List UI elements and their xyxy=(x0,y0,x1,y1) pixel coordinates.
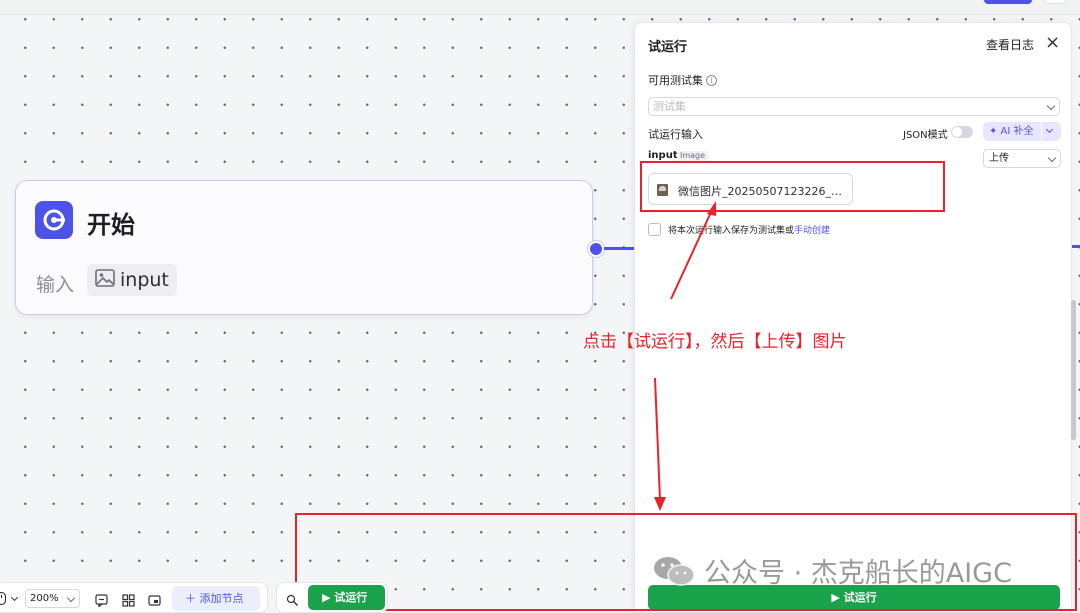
start-node[interactable]: 开始 输入 input xyxy=(15,180,593,315)
close-icon[interactable]: × xyxy=(1045,32,1060,53)
start-node-icon xyxy=(35,201,73,239)
image-icon xyxy=(95,269,115,291)
layout-grid-icon[interactable] xyxy=(122,592,135,607)
ai-complete-button[interactable]: ✦ AI 补全 xyxy=(983,122,1061,141)
watermark: 公众号 · 杰克船长的AIGC xyxy=(652,551,1012,590)
minimap-icon[interactable] xyxy=(148,592,161,606)
top-secondary-button[interactable] xyxy=(1044,0,1066,4)
upload-mode-value: 上传 xyxy=(989,153,1009,164)
start-node-input-chip: input xyxy=(87,264,177,296)
chevron-down-icon xyxy=(1046,101,1056,111)
view-log-button[interactable]: 查看日志 xyxy=(986,36,1034,53)
input-field-name: input xyxy=(648,150,678,161)
save-testset-label: 将本次运行输入保存为测试集或 xyxy=(668,226,795,236)
chevron-down-icon[interactable] xyxy=(10,593,19,602)
start-node-input-label: 输入 xyxy=(36,274,75,296)
input-type-tag: Image xyxy=(677,151,709,161)
debug-icon[interactable] xyxy=(286,592,299,606)
save-testset-text: 将本次运行输入保存为测试集或手动创建 xyxy=(668,223,830,236)
wechat-icon xyxy=(654,556,695,586)
zoom-value: 200% xyxy=(30,593,59,604)
toolbar-run-button[interactable]: ▶ 试运行 xyxy=(308,585,385,610)
start-node-title: 开始 xyxy=(87,211,135,239)
zoom-select[interactable]: 200% xyxy=(25,589,80,608)
top-bar xyxy=(0,0,1080,15)
json-mode-label: JSON模式 xyxy=(903,130,948,141)
ai-button-divider xyxy=(1041,122,1042,141)
chevron-down-icon[interactable] xyxy=(1045,125,1054,134)
mouse-mode-icon[interactable] xyxy=(0,592,6,605)
start-node-output-port[interactable] xyxy=(588,241,604,257)
info-icon: i xyxy=(706,75,717,86)
chevron-down-icon xyxy=(66,593,76,603)
upload-mode-select[interactable]: 上传 xyxy=(983,149,1061,168)
save-testset-checkbox[interactable] xyxy=(648,223,661,236)
manual-create-link[interactable]: 手动创建 xyxy=(794,226,830,236)
run-input-label: 试运行输入 xyxy=(648,128,703,141)
test-set-select[interactable]: 测试集 xyxy=(648,97,1060,116)
json-mode-toggle[interactable] xyxy=(951,126,973,138)
chevron-down-icon xyxy=(1047,153,1057,163)
comment-icon[interactable] xyxy=(95,592,108,608)
annotation-box-upload xyxy=(640,161,945,212)
test-set-placeholder: 测试集 xyxy=(653,100,686,113)
ai-complete-label: ✦ AI 补全 xyxy=(989,126,1034,137)
watermark-text: 公众号 · 杰克船长的AIGC xyxy=(704,558,1012,589)
toolbar-group-main: 200% ＋ 添加节点 xyxy=(0,582,268,613)
test-set-label: 可用测试集 xyxy=(648,74,703,87)
start-node-input-name: input xyxy=(120,269,169,291)
test-set-section: 可用测试集 i xyxy=(648,72,717,88)
annotation-instruction: 点击【试运行】，然后【上传】图片 xyxy=(583,332,847,352)
connection-edge xyxy=(604,247,636,250)
panel-scrollbar[interactable] xyxy=(1071,300,1076,440)
add-node-button[interactable]: ＋ 添加节点 xyxy=(172,586,260,611)
top-primary-button[interactable] xyxy=(984,0,1032,4)
panel-title: 试运行 xyxy=(648,40,688,55)
